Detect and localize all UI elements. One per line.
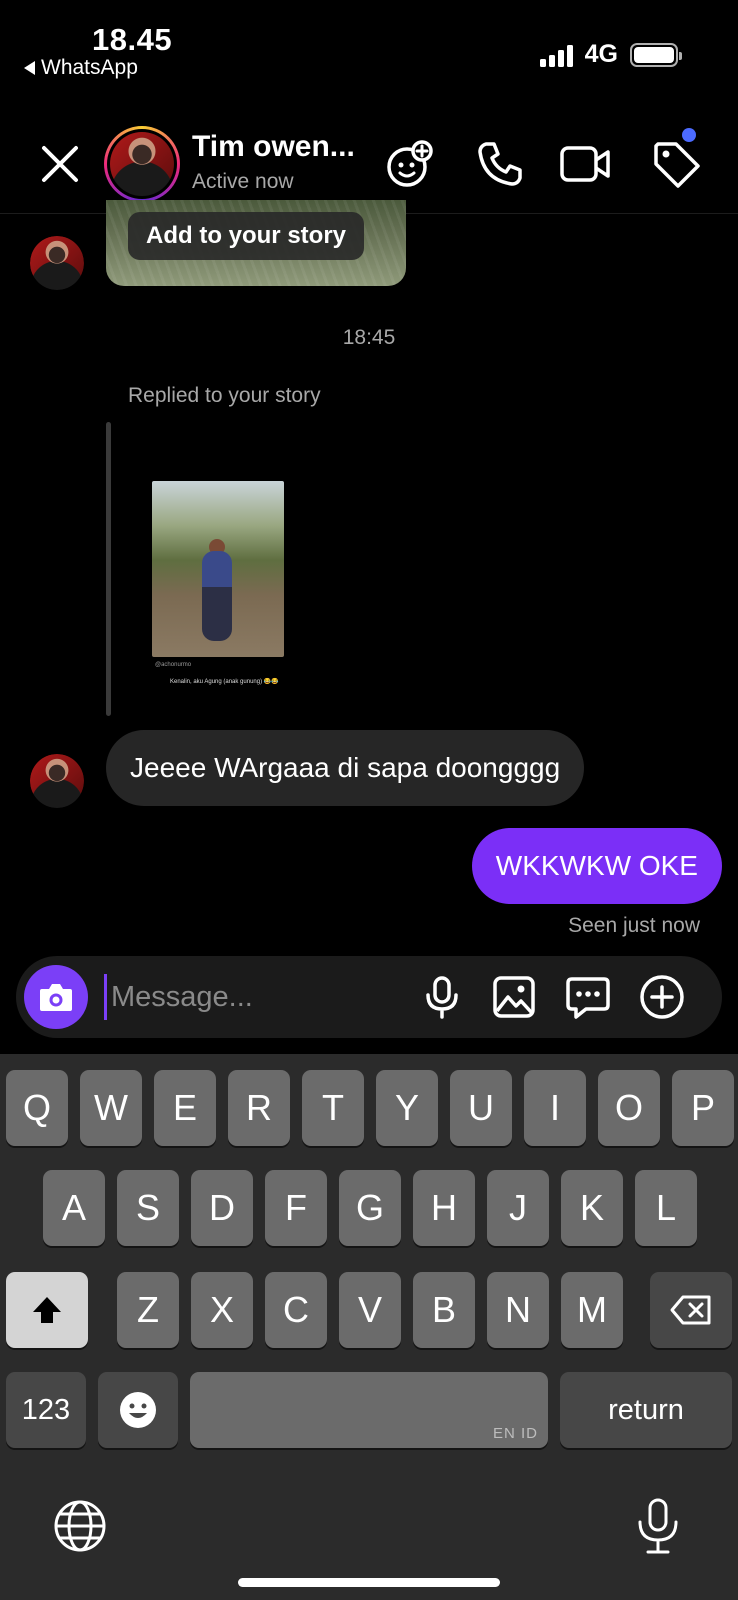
key-p[interactable]: P	[672, 1070, 734, 1146]
key-c[interactable]: C	[265, 1272, 327, 1348]
return-key[interactable]: return	[560, 1372, 732, 1448]
back-arrow-icon	[24, 61, 35, 75]
emoji-icon	[120, 1392, 156, 1428]
contact-name[interactable]: Tim owen...	[192, 130, 355, 164]
key-g[interactable]: G	[339, 1170, 401, 1246]
keyboard: Q W E R T Y U I O P A S D F G H J K L Z …	[0, 1054, 738, 1600]
reply-indicator-bar	[106, 422, 111, 716]
add-icon[interactable]	[638, 973, 686, 1021]
key-q[interactable]: Q	[6, 1070, 68, 1146]
key-z[interactable]: Z	[117, 1272, 179, 1348]
key-b[interactable]: B	[413, 1272, 475, 1348]
story-card[interactable]: Add to your story	[106, 200, 406, 286]
message-timestamp: 18:45	[342, 326, 396, 349]
key-u[interactable]: U	[450, 1070, 512, 1146]
add-to-story-button[interactable]: Add to your story	[128, 212, 365, 260]
replied-label: Replied to your story	[128, 384, 321, 407]
back-to-app-link[interactable]: WhatsApp	[24, 56, 138, 80]
message-composer	[16, 956, 722, 1038]
camera-icon	[40, 984, 72, 1011]
key-o[interactable]: O	[598, 1070, 660, 1146]
key-d[interactable]: D	[191, 1170, 253, 1246]
sender-avatar[interactable]	[30, 754, 84, 808]
phone-icon[interactable]	[472, 136, 528, 192]
key-l[interactable]: L	[635, 1170, 697, 1246]
battery-icon	[630, 42, 682, 67]
sticker-icon[interactable]	[564, 973, 612, 1021]
key-e[interactable]: E	[154, 1070, 216, 1146]
close-icon[interactable]	[36, 140, 84, 188]
story-thumbnail[interactable]	[152, 481, 284, 657]
network-type: 4G	[584, 40, 618, 68]
story-caption: Kenalin, aku Agung (anak gunung) 😂😂	[170, 679, 279, 685]
status-time: 18.45	[92, 22, 173, 57]
tag-icon[interactable]	[648, 136, 704, 192]
emoji-key[interactable]	[98, 1372, 178, 1448]
microphone-icon[interactable]	[418, 973, 466, 1021]
signal-icon	[539, 43, 573, 67]
space-key[interactable]: EN ID	[190, 1372, 548, 1448]
key-i[interactable]: I	[524, 1070, 586, 1146]
shift-icon	[33, 1297, 61, 1323]
effects-icon[interactable]	[382, 136, 438, 192]
gallery-icon[interactable]	[490, 973, 538, 1021]
key-t[interactable]: T	[302, 1070, 364, 1146]
backspace-key[interactable]	[650, 1272, 732, 1348]
incoming-message[interactable]: Jeeee WArgaaa di sapa doongggg	[106, 730, 585, 806]
key-x[interactable]: X	[191, 1272, 253, 1348]
story-credit: @achonurmo	[155, 662, 192, 668]
home-indicator[interactable]	[238, 1578, 500, 1587]
incoming-message-text: Jeeee WArgaaa di sapa doongggg	[130, 752, 561, 783]
backspace-icon	[670, 1295, 711, 1325]
key-r[interactable]: R	[228, 1070, 290, 1146]
key-y[interactable]: Y	[376, 1070, 438, 1146]
sender-avatar[interactable]	[30, 236, 84, 290]
numbers-key[interactable]: 123	[6, 1372, 86, 1448]
key-k[interactable]: K	[561, 1170, 623, 1246]
contact-status: Active now	[192, 170, 294, 193]
seen-status: Seen just now	[568, 914, 700, 937]
key-j[interactable]: J	[487, 1170, 549, 1246]
keyboard-language-label: EN ID	[492, 1425, 538, 1442]
key-n[interactable]: N	[487, 1272, 549, 1348]
back-app-label: WhatsApp	[41, 56, 138, 79]
message-input[interactable]	[104, 974, 404, 1020]
key-s[interactable]: S	[117, 1170, 179, 1246]
key-v[interactable]: V	[339, 1272, 401, 1348]
status-bar: 18.45 WhatsApp 4G	[0, 0, 738, 100]
shift-key[interactable]	[6, 1272, 88, 1348]
camera-button[interactable]	[24, 965, 88, 1029]
key-w[interactable]: W	[80, 1070, 142, 1146]
globe-icon[interactable]	[50, 1496, 110, 1556]
key-m[interactable]: M	[561, 1272, 623, 1348]
outgoing-message[interactable]: WKKWKW OKE	[471, 828, 722, 904]
avatar[interactable]	[104, 126, 180, 202]
key-h[interactable]: H	[413, 1170, 475, 1246]
video-camera-icon[interactable]	[558, 136, 614, 192]
outgoing-message-text: WKKWKW OKE	[495, 850, 698, 881]
key-f[interactable]: F	[265, 1170, 327, 1246]
status-indicators: 4G	[539, 40, 682, 69]
notification-dot	[682, 128, 696, 142]
dictation-icon[interactable]	[628, 1496, 688, 1556]
key-a[interactable]: A	[43, 1170, 105, 1246]
